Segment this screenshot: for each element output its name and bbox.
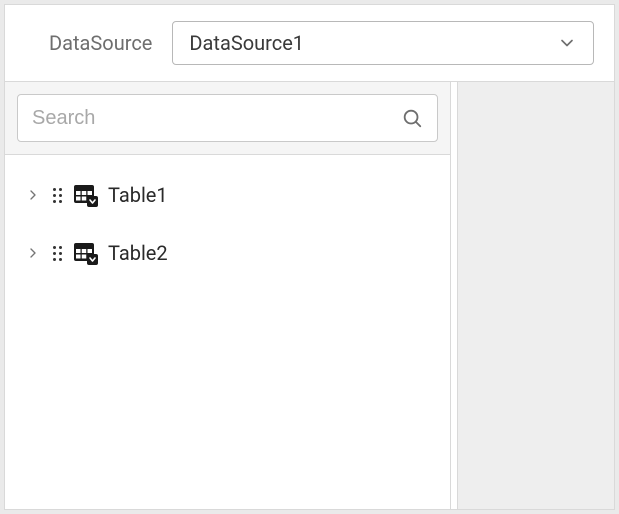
search-box[interactable]: [17, 94, 438, 142]
search-input[interactable]: [32, 107, 401, 130]
tree-item-table1[interactable]: Table1: [15, 175, 440, 215]
search-container: [5, 82, 450, 155]
left-pane: Table1: [5, 82, 451, 509]
drag-handle-icon[interactable]: [53, 246, 62, 261]
drag-handle-icon[interactable]: [53, 188, 62, 203]
data-source-selected-value: DataSource1: [189, 31, 304, 55]
search-icon[interactable]: [401, 107, 423, 129]
right-pane: [457, 82, 614, 509]
tree-item-table2[interactable]: Table2: [15, 233, 440, 273]
tree-item-label: Table1: [108, 183, 168, 207]
header-row: DataSource DataSource1: [5, 5, 614, 82]
data-source-panel: DataSource DataSource1: [4, 4, 615, 510]
chevron-down-icon: [557, 33, 577, 53]
data-source-label: DataSource: [49, 31, 152, 55]
data-source-select[interactable]: DataSource1: [172, 21, 594, 65]
chevron-right-icon[interactable]: [25, 245, 41, 261]
table-icon: [74, 185, 96, 205]
tree-item-label: Table2: [108, 241, 168, 265]
tree: Table1: [5, 155, 450, 311]
table-icon: [74, 243, 96, 263]
chevron-right-icon[interactable]: [25, 187, 41, 203]
